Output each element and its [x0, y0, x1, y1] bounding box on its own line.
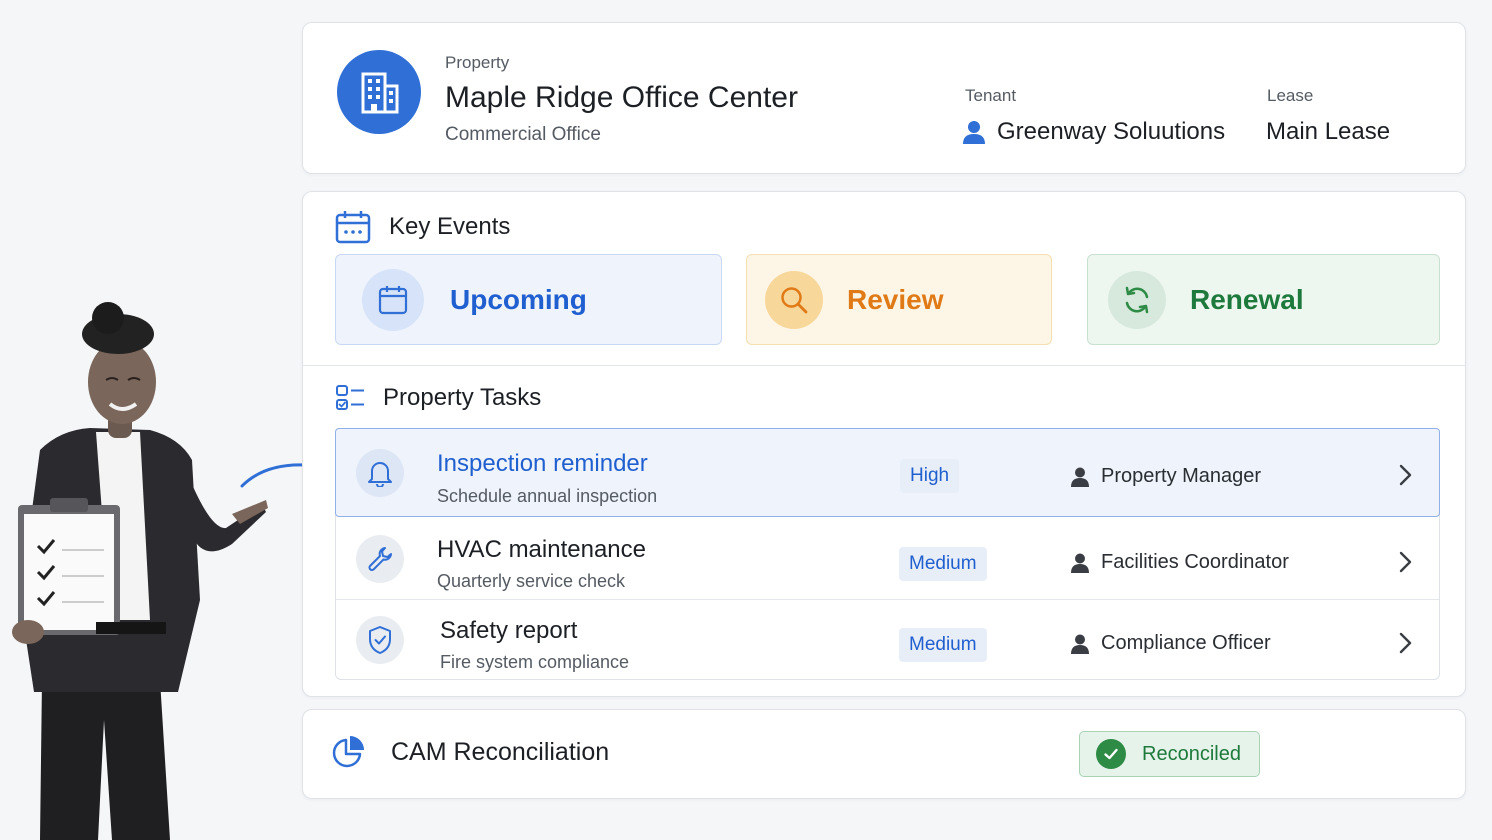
task-list-icon — [336, 385, 364, 410]
key-events-title: Key Events — [389, 213, 511, 240]
task-name: HVAC maintenance — [437, 536, 646, 563]
property-tasks-heading: Property Tasks — [335, 384, 541, 412]
section-divider — [303, 365, 1465, 366]
task-assignee: Compliance Officer — [1071, 632, 1271, 655]
assignee-name: Compliance Officer — [1101, 632, 1271, 654]
task-subtitle: Schedule annual inspection — [437, 486, 658, 506]
cam-status: Reconciled — [1142, 742, 1241, 765]
event-renewal[interactable]: Renewal — [1087, 254, 1440, 345]
search-icon — [765, 270, 823, 329]
user-icon — [963, 121, 985, 144]
event-review-label: Review — [847, 283, 944, 315]
event-renewal-label: Renewal — [1190, 283, 1304, 315]
chevron-right-icon[interactable] — [1395, 631, 1415, 655]
event-review[interactable]: Review — [746, 254, 1052, 345]
tenant-name: Greenway Soluutions — [997, 118, 1226, 145]
property-label: Property — [445, 53, 510, 72]
priority-badge: Medium — [899, 628, 987, 662]
building-icon — [337, 50, 421, 134]
task-row-inspection-reminder[interactable]: Inspection reminder Schedule annual insp… — [335, 428, 1440, 517]
priority-badge: Medium — [899, 547, 987, 581]
calendar-icon — [335, 211, 371, 244]
task-assignee: Property Manager — [1071, 465, 1261, 488]
event-upcoming[interactable]: Upcoming — [335, 254, 722, 345]
check-circle-icon — [1096, 739, 1126, 769]
task-subtitle: Fire system compliance — [440, 652, 630, 672]
calendar-icon — [362, 268, 424, 331]
task-subtitle: Quarterly service check — [437, 571, 626, 591]
bell-icon — [356, 449, 404, 497]
user-icon — [1071, 634, 1089, 654]
task-row-hvac-maintenance[interactable]: HVAC maintenance Quarterly service check… — [336, 518, 1439, 600]
refresh-icon — [1108, 270, 1166, 329]
person-illustration — [12, 302, 268, 840]
cam-title: CAM Reconciliation — [391, 737, 610, 766]
user-icon — [1071, 553, 1089, 573]
property-type: Commercial Office — [445, 124, 601, 145]
chevron-right-icon[interactable] — [1395, 463, 1415, 487]
tenant-link[interactable]: Greenway Soluutions — [963, 118, 1225, 146]
reconciled-status-badge: Reconciled — [1079, 731, 1260, 777]
cam-reconciliation-card[interactable]: CAM Reconciliation Reconciled — [302, 709, 1466, 799]
task-list: Inspection reminder Schedule annual insp… — [335, 428, 1440, 680]
wrench-icon — [356, 535, 404, 583]
key-events-heading: Key Events — [335, 210, 510, 244]
events-and-tasks-card: Key Events Upcoming Review Renewal Prope… — [302, 191, 1466, 697]
lease-name[interactable]: Main Lease — [1266, 118, 1390, 146]
assignee-name: Property Manager — [1101, 465, 1262, 487]
tenant-label: Tenant — [965, 86, 1017, 105]
event-upcoming-label: Upcoming — [450, 283, 587, 315]
user-icon — [1071, 467, 1089, 487]
task-row-safety-report[interactable]: Safety report Fire system compliance Med… — [336, 599, 1439, 681]
task-assignee: Facilities Coordinator — [1071, 551, 1289, 574]
shield-check-icon — [356, 616, 404, 664]
priority-badge: High — [900, 459, 960, 493]
property-tasks-title: Property Tasks — [383, 384, 542, 411]
lease-label: Lease — [1267, 86, 1314, 105]
cam-heading: CAM Reconciliation — [331, 735, 609, 769]
property-name: Maple Ridge Office Center — [445, 81, 798, 114]
task-name: Inspection reminder — [437, 450, 648, 477]
pie-chart-icon — [332, 736, 364, 768]
property-header-card: Property Maple Ridge Office Center Comme… — [302, 22, 1466, 174]
task-name: Safety report — [440, 617, 578, 644]
assignee-name: Facilities Coordinator — [1101, 551, 1289, 573]
chevron-right-icon[interactable] — [1395, 550, 1415, 574]
